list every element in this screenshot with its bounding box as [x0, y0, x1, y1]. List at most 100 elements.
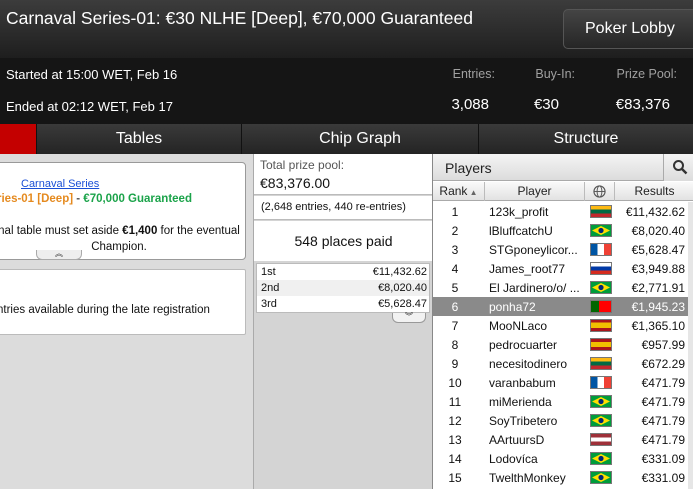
player-row[interactable]: 4 James_root77 €3,949.88: [433, 259, 689, 278]
player-name: Lodovíca: [489, 452, 538, 466]
notice-champion: Champion.: [91, 241, 147, 253]
player-name: necesitodinero: [489, 357, 568, 371]
player-row[interactable]: 12 SoyTribetero €471.79: [433, 411, 689, 430]
notice-text-end: for the eventual: [157, 225, 240, 237]
buyin-label: Buy-In:: [535, 67, 575, 81]
country-column-header[interactable]: [585, 182, 615, 201]
player-rank: 12: [448, 414, 462, 428]
player-rank: 13: [448, 433, 462, 447]
players-scrollbar[interactable]: [688, 202, 693, 489]
places-paid: 548 places paid: [294, 233, 393, 249]
payout-amount: €8,020.40: [378, 282, 427, 294]
player-row[interactable]: 6 ponha72 €1,945.23: [433, 297, 689, 316]
player-rank: 1: [451, 205, 459, 219]
player-name: lBluffcatchU: [489, 224, 553, 238]
series-subtitle: ries-01 [Deep] - €70,000 Guaranteed: [0, 193, 192, 205]
results-column-header[interactable]: Results: [615, 182, 693, 201]
lithuania-flag-icon: [590, 357, 612, 370]
player-row[interactable]: 8 pedrocuarter €957.99: [433, 335, 689, 354]
player-row[interactable]: 11 miMerienda €471.79: [433, 392, 689, 411]
series-link[interactable]: Carnaval Series: [21, 178, 99, 190]
rank-column-label: Rank: [439, 184, 468, 198]
player-row[interactable]: 14 Lodovíca €331.09: [433, 449, 689, 468]
brazil-flag-icon: [590, 471, 612, 484]
player-row[interactable]: 7 MooNLaco €1,365.10: [433, 316, 689, 335]
player-row[interactable]: 15 TwelthMonkey €331.09: [433, 468, 689, 487]
tab-info[interactable]: [0, 124, 36, 154]
brazil-flag-icon: [590, 395, 612, 408]
search-button[interactable]: [663, 154, 693, 181]
payout-place: 3rd: [261, 298, 277, 310]
player-result: €471.79: [641, 414, 685, 428]
buyin-value: €30: [533, 96, 559, 113]
player-column-header[interactable]: Player: [485, 182, 585, 201]
player-result: €957.99: [641, 338, 685, 352]
prize-pool-box: Total prize pool: €83,376.00: [254, 154, 433, 195]
player-row[interactable]: 5 El Jardinero/o/ ... €2,771.91: [433, 278, 689, 297]
player-row[interactable]: 9 necesitodinero €672.29: [433, 354, 689, 373]
player-rank: 14: [448, 452, 462, 466]
players-title: Players: [445, 160, 492, 176]
player-name: STGponeylicor...: [489, 243, 578, 257]
france-flag-icon: [590, 376, 612, 389]
rank-column-header[interactable]: Rank ▲: [433, 182, 485, 201]
player-result: €3,949.88: [631, 262, 685, 276]
tab-chip-graph[interactable]: Chip Graph: [241, 124, 478, 154]
player-result: €471.79: [641, 376, 685, 390]
title-bar: Carnaval Series-01: €30 NLHE [Deep], €70…: [0, 0, 693, 58]
total-prize-label: Total prize pool:: [260, 158, 345, 172]
payout-place: 2nd: [261, 282, 280, 294]
entries-breakdown: (2,648 entries, 440 re-entries): [261, 201, 406, 213]
player-row[interactable]: 13 AArtuursD €471.79: [433, 430, 689, 449]
player-result: €471.79: [641, 395, 685, 409]
prize-pool-label: Prize Pool:: [616, 67, 677, 81]
tournament-title: Carnaval Series-01: €30 NLHE [Deep], €70…: [6, 8, 473, 28]
player-result: €8,020.40: [631, 224, 685, 238]
portugal-flag-icon: [590, 300, 612, 313]
poker-lobby-button[interactable]: Poker Lobby: [563, 9, 693, 49]
latvia-flag-icon: [590, 433, 612, 446]
entries-label: Entries:: [452, 67, 495, 81]
player-name: AArtuursD: [489, 433, 545, 447]
player-result: €672.29: [641, 357, 685, 371]
player-rank: 9: [451, 357, 459, 371]
player-rank: 6: [451, 300, 459, 314]
player-rank: 5: [451, 281, 459, 295]
player-rank: 10: [448, 376, 462, 390]
player-result: €5,628.47: [631, 243, 685, 257]
france-flag-icon: [590, 243, 612, 256]
places-paid-box: 548 places paid: [254, 221, 433, 261]
entries-value: 3,088: [451, 96, 489, 113]
player-rank: 3: [451, 243, 459, 257]
payout-amount: €11,432.62: [372, 266, 427, 278]
player-name: varanbabum: [489, 376, 556, 390]
players-header: Players: [433, 154, 693, 181]
player-name: ponha72: [489, 300, 536, 314]
player-result: €331.09: [641, 452, 685, 466]
player-name: El Jardinero/o/ ...: [489, 281, 580, 295]
payout-row: 1st €11,432.62: [257, 264, 429, 280]
player-row[interactable]: 2 lBluffcatchU €8,020.40: [433, 221, 689, 240]
player-rank: 4: [451, 262, 459, 276]
player-row[interactable]: 3 STGponeylicor... €5,628.47: [433, 240, 689, 259]
series-name: ries-01 [Deep]: [0, 193, 74, 205]
tournament-info-pane: Carnaval Series ries-01 [Deep] - €70,000…: [0, 154, 253, 489]
spain-flag-icon: [590, 338, 612, 351]
sort-up-icon: ▲: [467, 188, 478, 197]
late-registration-text: ntries available during the late registr…: [0, 304, 210, 316]
expand-up-icon[interactable]: ︽: [36, 250, 82, 260]
prize-pool-value: €83,376: [615, 96, 670, 113]
tab-tables[interactable]: Tables: [36, 124, 241, 154]
payout-row: 3rd €5,628.47: [257, 296, 429, 312]
player-rank: 7: [451, 319, 459, 333]
expand-down-icon[interactable]: ︾: [392, 313, 426, 323]
globe-icon: [593, 185, 606, 198]
player-row[interactable]: 1 123k_profit €11,432.62: [433, 202, 689, 221]
search-icon: [673, 160, 688, 175]
tab-structure[interactable]: Structure: [478, 124, 693, 154]
player-result: €11,432.62: [625, 205, 685, 219]
brazil-flag-icon: [590, 224, 612, 237]
tab-bar: Tables Chip Graph Structure: [0, 124, 693, 154]
player-row[interactable]: 10 varanbabum €471.79: [433, 373, 689, 392]
russia-flag-icon: [590, 262, 612, 275]
